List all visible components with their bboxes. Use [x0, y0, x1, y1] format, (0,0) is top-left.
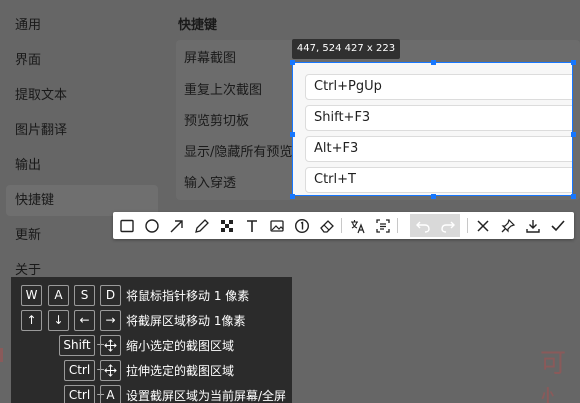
resize-handle-top-right[interactable]: [571, 60, 576, 65]
toolbar-divider: [397, 218, 398, 233]
key-w: W: [21, 285, 42, 306]
sidebar-item-extract-text[interactable]: 提取文本: [6, 80, 158, 111]
row-label-repeat-screenshot: 重复上次截图: [184, 83, 263, 98]
key-a: A: [48, 285, 69, 306]
resize-handle-bottom[interactable]: [431, 194, 436, 199]
row-label-preview-clipboard: 预览剪切板: [184, 114, 250, 129]
help-text-move-pointer: 将鼠标指针移动 1 像素: [126, 289, 250, 303]
eraser-icon[interactable]: [315, 214, 338, 237]
screenshot-toolbar: [113, 212, 574, 239]
help-text-move-area: 将截屏区域移动 1像素: [126, 314, 246, 328]
shortcut-input-toggle-previews[interactable]: Alt+F3: [305, 136, 572, 162]
ocr-icon[interactable]: [371, 214, 394, 237]
shortcut-input-preview-clipboard[interactable]: Shift+F3: [305, 105, 572, 131]
resize-handle-top-left[interactable]: [290, 60, 295, 65]
row-label-screenshot: 屏幕截图: [184, 51, 237, 66]
key-left: ←: [74, 310, 95, 331]
sidebar-item-image-translate[interactable]: 图片翻译: [6, 115, 158, 146]
text-icon[interactable]: [240, 214, 263, 237]
key-a: A: [100, 385, 121, 403]
selection-size-badge: 447, 524 427 x 223: [292, 39, 400, 59]
resize-handle-bottom-left[interactable]: [290, 194, 295, 199]
confirm-icon[interactable]: [546, 214, 569, 237]
section-title: 快捷键: [178, 18, 218, 33]
key-up: ↑: [21, 310, 42, 331]
background-fragment: [0, 348, 3, 362]
mosaic-icon[interactable]: [215, 214, 238, 237]
key-ctrl: Ctrl: [64, 385, 95, 403]
resize-handle-left[interactable]: [290, 132, 295, 137]
sidebar-item-general[interactable]: 通用: [6, 10, 158, 41]
ellipse-icon[interactable]: [140, 214, 163, 237]
serial-number-icon[interactable]: [290, 214, 313, 237]
help-text-shrink: 缩小选定的截图区域: [126, 339, 235, 353]
key-right: →: [100, 310, 121, 331]
move-icon: [100, 360, 121, 381]
sidebar-item-output[interactable]: 输出: [6, 150, 158, 181]
pin-icon[interactable]: [496, 214, 519, 237]
shortcut-input-repeat[interactable]: Ctrl+PgUp: [305, 74, 572, 100]
row-label-input-passthrough: 输入穿透: [184, 176, 237, 191]
key-ctrl: Ctrl: [64, 360, 95, 381]
key-down: ↓: [48, 310, 69, 331]
key-d: D: [100, 285, 121, 306]
translate-icon[interactable]: [346, 214, 369, 237]
arrow-icon[interactable]: [165, 214, 188, 237]
row-label-toggle-previews: 显示/隐藏所有预览: [184, 145, 293, 160]
screenshot-selection[interactable]: Ctrl+PgUp Shift+F3 Alt+F3 Ctrl+T: [292, 62, 573, 196]
help-text-stretch: 拉伸选定的截图区域: [126, 364, 235, 378]
key-shift: Shift: [59, 335, 95, 356]
resize-handle-right[interactable]: [571, 132, 576, 137]
toolbar-divider: [467, 218, 468, 233]
pen-icon[interactable]: [190, 214, 213, 237]
background-text: 可忄: [540, 349, 567, 403]
undo-icon[interactable]: [410, 214, 435, 237]
close-icon[interactable]: [471, 214, 494, 237]
sidebar-item-interface[interactable]: 界面: [6, 45, 158, 76]
image-icon[interactable]: [265, 214, 288, 237]
resize-handle-bottom-right[interactable]: [571, 194, 576, 199]
keyboard-help-panel: W A S D 将鼠标指针移动 1 像素 ↑ ↓ ← → 将截屏区域移动 1像素…: [11, 277, 292, 403]
move-icon: [100, 335, 121, 356]
key-s: S: [74, 285, 95, 306]
rectangle-icon[interactable]: [115, 214, 138, 237]
help-text-fullscreen: 设置截屏区域为当前屏幕/全屏: [126, 389, 287, 403]
save-icon[interactable]: [521, 214, 544, 237]
shortcut-input-passthrough[interactable]: Ctrl+T: [305, 167, 572, 193]
redo-icon[interactable]: [435, 214, 460, 237]
resize-handle-top[interactable]: [431, 60, 436, 65]
toolbar-divider: [341, 218, 342, 233]
